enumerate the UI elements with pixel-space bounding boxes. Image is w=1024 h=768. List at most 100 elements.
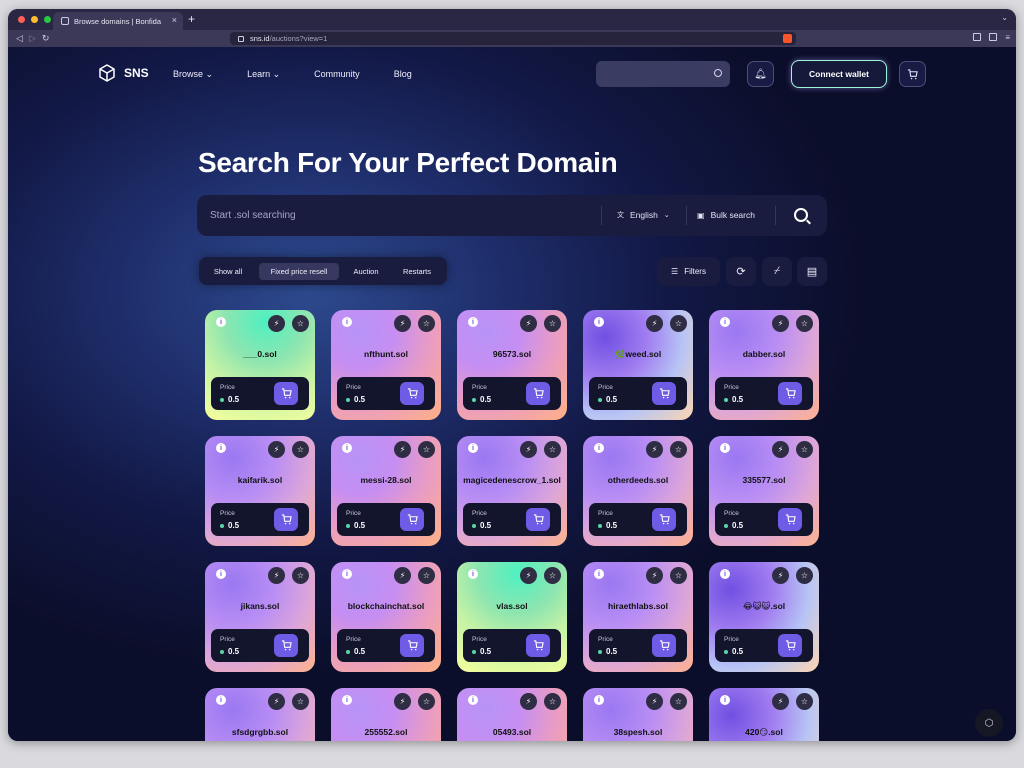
nav-community[interactable]: Community [314,69,360,80]
info-icon[interactable]: i [594,317,604,327]
star-icon[interactable]: ☆ [670,315,687,332]
profile-icon[interactable] [989,33,998,41]
search-submit-icon[interactable] [794,208,808,222]
star-icon[interactable]: ☆ [796,441,813,458]
add-to-cart-button[interactable] [652,634,676,657]
lightning-icon[interactable]: ⚡︎ [394,315,411,332]
sns-logo[interactable]: SNS [98,64,149,82]
connect-wallet-button[interactable]: Connect wallet [791,60,887,88]
new-tab-button[interactable]: + [188,12,195,26]
star-icon[interactable]: ☆ [796,567,813,584]
info-icon[interactable]: i [216,317,226,327]
star-icon[interactable]: ☆ [544,567,561,584]
lightning-icon[interactable]: ⚡︎ [772,315,789,332]
domain-card[interactable]: i⚡︎☆255552.solPrice0.5 [331,688,441,741]
lightning-icon[interactable]: ⚡︎ [268,315,285,332]
nav-learn[interactable]: Learn ⌄ [247,69,280,80]
add-to-cart-button[interactable] [274,634,298,657]
notifications-button[interactable]: 🔔︎ [747,61,774,87]
cart-button[interactable] [899,61,926,87]
domain-card[interactable]: i ⚡︎ ☆ blockchainchat.sol Price 0.5 [331,562,441,672]
star-icon[interactable]: ☆ [796,315,813,332]
lightning-icon[interactable]: ⚡︎ [646,441,663,458]
segment-auction[interactable]: Auction [345,263,387,280]
lightning-icon[interactable]: ⚡︎ [520,315,537,332]
add-to-cart-button[interactable] [652,382,676,405]
info-icon[interactable]: i [216,695,226,705]
add-to-cart-button[interactable] [526,634,550,657]
filters-button[interactable]: ☰ Filters [657,257,720,286]
info-icon[interactable]: i [216,569,226,579]
add-to-cart-button[interactable] [274,382,298,405]
lightning-icon[interactable]: ⚡︎ [646,315,663,332]
browser-tab[interactable]: Browse domains | Bonfida × [53,12,183,30]
domain-card[interactable]: i ⚡︎ ☆ ___0.sol Price 0.5 [205,310,315,420]
segment-restarts[interactable]: Restarts [395,263,439,280]
brave-shield-icon[interactable] [783,34,792,43]
domain-card[interactable]: i⚡︎☆38spesh.solPrice0.5 [583,688,693,741]
header-search-input[interactable] [596,61,730,87]
lightning-icon[interactable]: ⚡︎ [394,567,411,584]
add-to-cart-button[interactable] [274,508,298,531]
clear-filters-button[interactable]: ⌿ [762,257,792,286]
lightning-icon[interactable]: ⚡︎ [646,567,663,584]
star-icon[interactable]: ☆ [418,693,435,710]
segment-fixed-price-resell[interactable]: Fixed price resell [259,263,339,280]
info-icon[interactable]: i [468,443,478,453]
lightning-icon[interactable]: ⚡︎ [268,567,285,584]
star-icon[interactable]: ☆ [670,441,687,458]
segment-show-all[interactable]: Show all [205,263,251,280]
reload-icon[interactable]: ↻ [42,33,50,44]
nav-blog[interactable]: Blog [394,69,412,80]
info-icon[interactable]: i [720,569,730,579]
nav-browse[interactable]: Browse ⌄ [173,69,213,80]
help-floating-button[interactable]: ⬡ [975,709,1003,737]
domain-card[interactable]: i⚡︎☆sfsdgrgbb.solPrice0.5 [205,688,315,741]
info-icon[interactable]: i [342,695,352,705]
lightning-icon[interactable]: ⚡︎ [520,693,537,710]
lightning-icon[interactable]: ⚡︎ [772,693,789,710]
domain-search-input[interactable]: Start .sol searching [210,210,296,221]
star-icon[interactable]: ☆ [292,567,309,584]
star-icon[interactable]: ☆ [544,315,561,332]
info-icon[interactable]: i [468,695,478,705]
info-icon[interactable]: i [720,695,730,705]
info-icon[interactable]: i [720,443,730,453]
back-arrow-icon[interactable]: ◁ [16,33,23,44]
lightning-icon[interactable]: ⚡︎ [268,693,285,710]
domain-card[interactable]: i ⚡︎ ☆ otherdeeds.sol Price 0.5 [583,436,693,546]
domain-card[interactable]: i ⚡︎ ☆ 335577.sol Price 0.5 [709,436,819,546]
add-to-cart-button[interactable] [526,508,550,531]
star-icon[interactable]: ☆ [670,567,687,584]
lightning-icon[interactable]: ⚡︎ [772,567,789,584]
add-to-cart-button[interactable] [400,634,424,657]
menu-icon[interactable]: ≡ [1005,33,1010,42]
domain-card[interactable]: i ⚡︎ ☆ kaifarik.sol Price 0.5 [205,436,315,546]
domain-card[interactable]: i ⚡︎ ☆ jikans.sol Price 0.5 [205,562,315,672]
address-bar[interactable]: sns.id /auctions?view=1 [230,32,796,45]
minimize-window-button[interactable] [31,16,38,23]
domain-card[interactable]: i ⚡︎ ☆ vlas.sol Price 0.5 [457,562,567,672]
star-icon[interactable]: ☆ [670,693,687,710]
star-icon[interactable]: ☆ [292,441,309,458]
refresh-button[interactable]: ⟳ [726,257,756,286]
info-icon[interactable]: i [720,317,730,327]
star-icon[interactable]: ☆ [292,315,309,332]
add-to-cart-button[interactable] [778,508,802,531]
star-icon[interactable]: ☆ [418,315,435,332]
add-to-cart-button[interactable] [400,382,424,405]
domain-card[interactable]: i ⚡︎ ☆ 96573.sol Price 0.5 [457,310,567,420]
info-icon[interactable]: i [468,569,478,579]
lightning-icon[interactable]: ⚡︎ [394,693,411,710]
info-icon[interactable]: i [216,443,226,453]
domain-card[interactable]: i ⚡︎ ☆ 😂😺😺.sol Price 0.5 [709,562,819,672]
add-to-cart-button[interactable] [778,634,802,657]
sidebar-icon[interactable] [973,33,982,41]
add-to-cart-button[interactable] [400,508,424,531]
lightning-icon[interactable]: ⚡︎ [646,693,663,710]
star-icon[interactable]: ☆ [796,693,813,710]
info-icon[interactable]: i [342,317,352,327]
lightning-icon[interactable]: ⚡︎ [394,441,411,458]
add-to-cart-button[interactable] [526,382,550,405]
info-icon[interactable]: i [594,443,604,453]
